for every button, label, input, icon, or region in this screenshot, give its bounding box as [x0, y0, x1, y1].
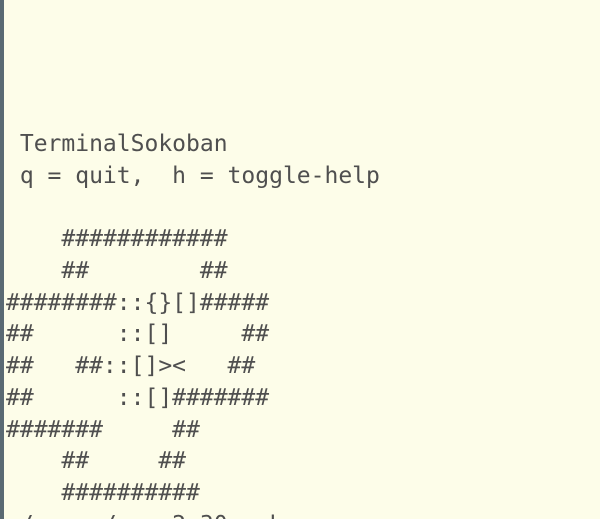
help-hint-line: q = quit, h = toggle-help — [6, 163, 380, 189]
level-file-path: ./games/anom2_30.sok — [6, 512, 283, 519]
board-row: ########::{}[]##### — [6, 290, 269, 316]
terminal-screen: TerminalSokoban q = quit, h = toggle-hel… — [6, 129, 600, 519]
board-row: ########## — [6, 480, 200, 506]
board-row: ## ## — [6, 448, 186, 474]
board-row: ## ##::[]>< ## — [6, 353, 255, 379]
board-row: ####### ## — [6, 417, 200, 443]
board-row: ## ::[]####### — [6, 385, 269, 411]
board-row: ## ## — [6, 258, 228, 284]
board-row: ############ — [6, 226, 228, 252]
app-title: TerminalSokoban — [6, 131, 228, 157]
board-row: ## ::[] ## — [6, 321, 269, 347]
